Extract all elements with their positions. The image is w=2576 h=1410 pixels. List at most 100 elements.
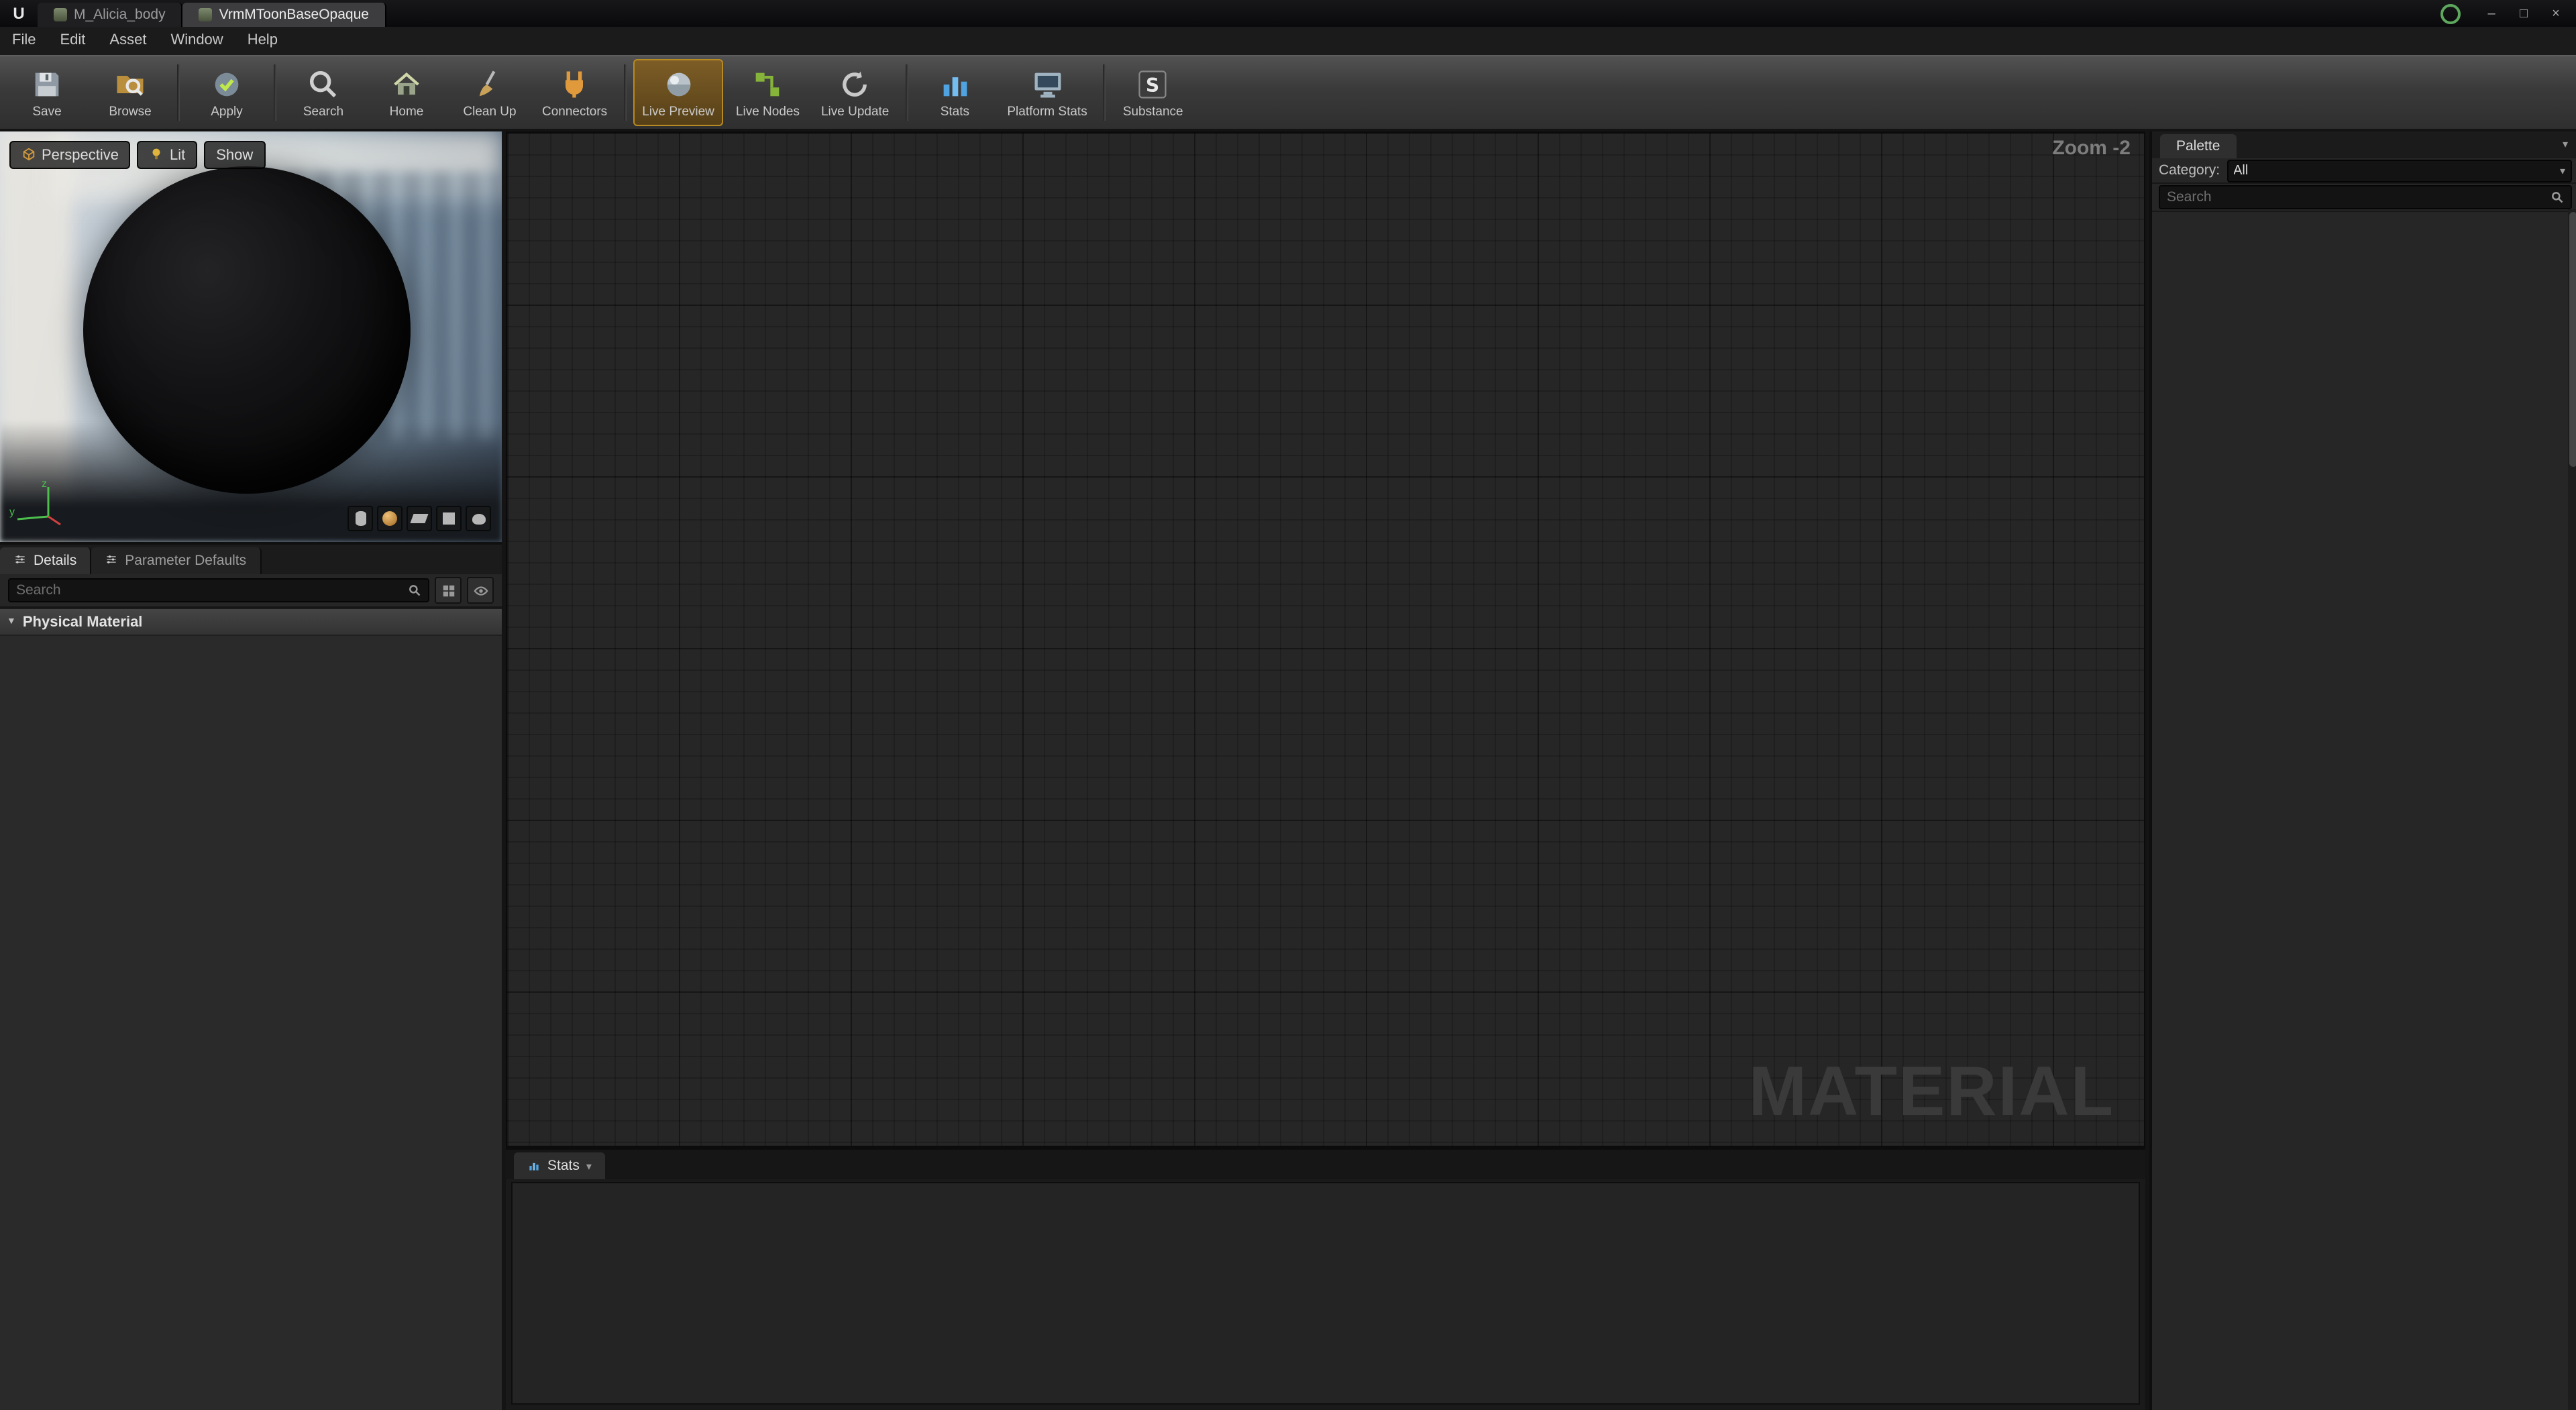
cleanup-icon: [472, 66, 508, 102]
toolbar-button-live-update[interactable]: Live Update: [812, 59, 898, 126]
toolbar-button-connectors[interactable]: Connectors: [533, 59, 616, 126]
toolbar-button-label: Platform Stats: [1007, 105, 1087, 119]
toolbar-button-live-nodes[interactable]: Live Nodes: [727, 59, 809, 126]
close-button[interactable]: ×: [2541, 3, 2571, 24]
doc-tab-m-alicia-body[interactable]: M_Alicia_body: [38, 3, 183, 27]
toolbar-button-label: Browse: [109, 105, 151, 119]
toolbar-button-label: Save: [32, 105, 61, 119]
toolbar-button-platform-stats[interactable]: Platform Stats: [998, 59, 1096, 126]
collapse-arrow-icon: ▼: [7, 617, 16, 627]
viewport-button-lit[interactable]: Lit: [138, 141, 197, 169]
scrollbar-thumb[interactable]: [2569, 212, 2576, 467]
toolbar-button-label: Live Nodes: [736, 105, 800, 119]
tab-palette[interactable]: Palette: [2160, 134, 2236, 158]
toolbar-button-search[interactable]: Search: [283, 59, 364, 126]
palette-search-input[interactable]: Search: [2159, 185, 2572, 209]
details-panel: Details Parameter Defaults Search ▼ Physic…: [0, 542, 502, 1410]
live-preview-icon: [660, 66, 696, 102]
svg-text:y: y: [9, 506, 15, 518]
perspective-icon: [21, 146, 36, 164]
mesh-sphere-button[interactable]: [377, 506, 402, 531]
search-icon: [305, 66, 341, 102]
mesh-teapot-button[interactable]: [466, 506, 491, 531]
sphere-icon: [382, 511, 397, 526]
toolbar-button-home[interactable]: Home: [366, 59, 447, 126]
preview-viewport[interactable]: PerspectiveLitShow z y: [0, 131, 502, 542]
grid-icon: [441, 583, 455, 598]
toolbar-button-label: Search: [303, 105, 343, 119]
save-icon: [29, 66, 65, 102]
stats-tab-label: Stats: [547, 1158, 580, 1174]
search-placeholder: Search: [16, 582, 408, 598]
tab-stats[interactable]: Stats ▾: [514, 1152, 605, 1179]
plane-icon: [410, 514, 428, 523]
mesh-cylinder-button[interactable]: [347, 506, 373, 531]
platform-stats-icon: [1029, 66, 1065, 102]
doc-tab-vrmmtoonbaseopaque[interactable]: VrmMToonBaseOpaque: [183, 3, 386, 27]
menu-asset[interactable]: Asset: [97, 27, 158, 55]
substance-icon: S: [1135, 66, 1171, 102]
palette-search-row: Search: [2152, 184, 2576, 212]
palette-category-row: Category: All ▾: [2152, 158, 2576, 184]
toolbar-button-stats[interactable]: Stats: [914, 59, 995, 126]
home-icon: [388, 66, 425, 102]
tab-label: Parameter Defaults: [125, 553, 246, 569]
minimize-button[interactable]: –: [2477, 3, 2506, 24]
toolbar-button-label: Stats: [941, 105, 969, 119]
tab-details[interactable]: Details: [0, 547, 91, 574]
doc-tab-label: VrmMToonBaseOpaque: [219, 7, 369, 23]
tab-parameter-defaults[interactable]: Parameter Defaults: [91, 547, 261, 574]
viewport-button-show[interactable]: Show: [204, 141, 265, 169]
doc-tab-label: M_Alicia_body: [74, 7, 166, 23]
sliders-icon: [105, 552, 118, 570]
toolbar-button-live-preview[interactable]: Live Preview: [633, 59, 724, 126]
toolbar-button-label: Live Preview: [642, 105, 714, 119]
sliders-icon: [13, 552, 27, 570]
toolbar-button-substance[interactable]: SSubstance: [1113, 59, 1193, 126]
toolbar-separator: [623, 64, 626, 121]
palette-panel: Palette ▾ Category: All ▾ Search: [2149, 131, 2576, 1410]
section-title: Physical Material: [23, 614, 143, 630]
viewport-button-label: Show: [216, 147, 253, 163]
section-header-physical-material[interactable]: ▼ Physical Material: [0, 608, 502, 636]
view-options-button[interactable]: [467, 577, 494, 604]
stats-content: [511, 1182, 2140, 1405]
chevron-down-icon[interactable]: ▾: [2563, 138, 2568, 150]
mesh-plane-button[interactable]: [407, 506, 432, 531]
toolbar-separator: [274, 64, 276, 121]
titlebar[interactable]: U M_Alicia_body VrmMToonBaseOpaque –□×: [0, 0, 2576, 27]
left-panel: PerspectiveLitShow z y DetailsParameter …: [0, 131, 502, 1410]
menu-window[interactable]: Window: [158, 27, 235, 55]
material-graph-canvas[interactable]: Zoom -2 MATERIAL: [506, 131, 2145, 1147]
eye-icon: [473, 583, 488, 598]
viewport-button-label: Lit: [170, 147, 185, 163]
unreal-logo-icon: U: [0, 0, 38, 27]
palette-scrollbar[interactable]: [2568, 209, 2576, 1410]
mesh-cube-button[interactable]: [436, 506, 462, 531]
viewport-button-perspective[interactable]: Perspective: [9, 141, 131, 169]
menu-file[interactable]: File: [0, 27, 48, 55]
toolbar-button-save[interactable]: Save: [7, 59, 87, 126]
toolbar-button-label: Clean Up: [463, 105, 516, 119]
source-control-status-icon[interactable]: [2440, 3, 2461, 23]
graph-nodes: [507, 133, 2144, 1146]
toolbar-button-browse[interactable]: Browse: [90, 59, 170, 126]
menu-help[interactable]: Help: [235, 27, 290, 55]
toolbar-button-cleanup[interactable]: Clean Up: [449, 59, 530, 126]
toolbar-button-label: Home: [390, 105, 424, 119]
menubar: FileEditAssetWindowHelp: [0, 27, 2576, 56]
toolbar-separator: [177, 64, 180, 121]
toolbar-button-apply[interactable]: Apply: [186, 59, 267, 126]
details-search-row: Search: [0, 574, 502, 608]
category-dropdown[interactable]: All ▾: [2226, 159, 2572, 182]
doc-tabs: M_Alicia_body VrmMToonBaseOpaque: [38, 0, 386, 27]
teapot-icon: [472, 513, 485, 524]
maximize-button[interactable]: □: [2509, 3, 2538, 24]
unreal-material-editor-window: U M_Alicia_body VrmMToonBaseOpaque –□× Fi…: [0, 0, 2576, 1410]
search-icon: [2551, 191, 2564, 204]
toolbar-button-label: Apply: [211, 105, 243, 119]
menu-edit[interactable]: Edit: [48, 27, 97, 55]
palette-tab-label: Palette: [2176, 138, 2220, 154]
property-matrix-button[interactable]: [435, 577, 462, 604]
details-search-input[interactable]: Search: [8, 578, 429, 602]
